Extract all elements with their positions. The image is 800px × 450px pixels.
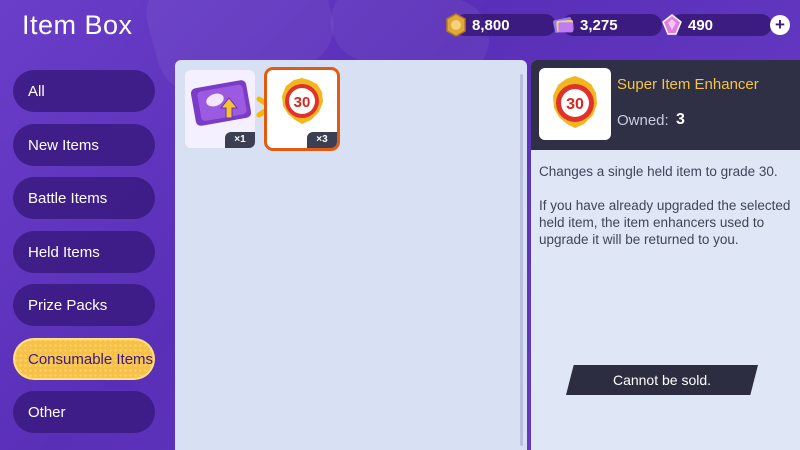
category-all[interactable]: All — [13, 70, 155, 112]
gems-counter: 490 — [660, 12, 772, 38]
item-grid: ×1 30 ×3 — [175, 60, 527, 450]
super-item-enhancer-icon: 30 — [282, 78, 323, 124]
tickets-value: 3,275 — [580, 16, 618, 34]
item-count: ×3 — [307, 132, 337, 148]
gems-pill — [670, 14, 772, 36]
tickets-counter: 3,275 — [552, 12, 662, 38]
cannot-be-sold-badge: Cannot be sold. — [566, 365, 758, 395]
owned-value: 3 — [676, 111, 685, 128]
grid-scrollbar[interactable] — [520, 74, 523, 446]
detail-header: 30 Super Item Enhancer Owned: 3 — [531, 60, 800, 150]
category-prize-packs[interactable]: Prize Packs — [13, 284, 155, 326]
category-held-items[interactable]: Held Items — [13, 231, 155, 273]
gem-icon — [660, 13, 684, 37]
ticket-icon — [552, 13, 576, 37]
detail-thumbnail: 30 — [539, 68, 611, 140]
category-other[interactable]: Other — [13, 391, 155, 433]
add-currency-button[interactable]: + — [770, 15, 790, 35]
gems-value: 490 — [688, 16, 714, 34]
item-name: Super Item Enhancer — [617, 76, 759, 93]
enhancer-badge-text: 30 — [294, 94, 311, 111]
item-slot-enhancer-ticket[interactable]: ×1 — [185, 70, 255, 148]
owned-label: Owned: — [617, 112, 669, 129]
detail-badge-text: 30 — [566, 96, 584, 113]
super-item-enhancer-icon: 30 — [553, 76, 597, 128]
coins-counter: 8,800 — [444, 12, 556, 38]
category-consumable-items[interactable]: Consumable Items — [13, 338, 155, 380]
coins-value: 8,800 — [472, 16, 510, 34]
coin-icon — [444, 13, 468, 37]
category-new-items[interactable]: New Items — [13, 124, 155, 166]
item-description: Changes a single held item to grade 30. … — [539, 163, 791, 248]
category-battle-items[interactable]: Battle Items — [13, 177, 155, 219]
page-title: Item Box — [22, 10, 133, 40]
description-paragraph: If you have already upgraded the selecte… — [539, 198, 791, 247]
item-slot-super-item-enhancer[interactable]: 30 ×3 — [267, 70, 337, 148]
enhancer-ticket-icon — [190, 80, 252, 126]
description-paragraph: Changes a single held item to grade 30. — [539, 164, 778, 179]
item-count: ×1 — [225, 132, 255, 148]
